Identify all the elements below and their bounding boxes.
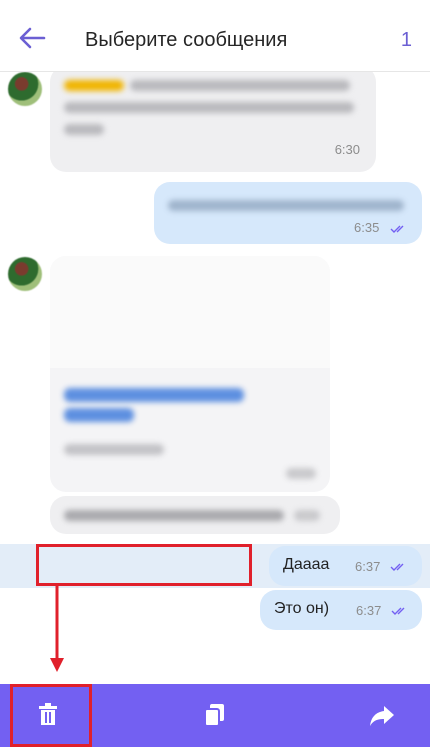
message-text: Даааа <box>283 556 330 573</box>
read-ticks-icon <box>390 563 404 571</box>
avatar[interactable] <box>8 72 42 106</box>
message-time: 6:35 <box>354 220 380 235</box>
outgoing-message[interactable]: Даааа 6:37 <box>269 546 422 586</box>
incoming-link-message[interactable] <box>50 256 330 492</box>
message-list[interactable]: 6:30 6:35 Даааа 6:37 Это он) 6:37 <box>0 72 430 684</box>
message-time: 6:30 <box>334 142 360 157</box>
page-title: Выберите сообщения <box>85 29 288 51</box>
trash-icon[interactable] <box>34 701 62 729</box>
incoming-message[interactable]: 6:30 <box>50 72 376 172</box>
forward-icon[interactable] <box>368 701 396 729</box>
selected-count: 1 <box>400 29 412 51</box>
outgoing-message[interactable]: 6:35 <box>154 182 422 244</box>
back-arrow-icon[interactable] <box>18 26 46 50</box>
outgoing-message[interactable]: Это он) 6:37 <box>260 590 422 630</box>
read-ticks-icon <box>390 225 404 233</box>
avatar[interactable] <box>8 257 42 291</box>
copy-icon[interactable] <box>201 701 229 729</box>
message-time: 6:37 <box>355 559 381 574</box>
annotation-arrow <box>50 586 64 672</box>
selection-toolbar <box>0 684 430 747</box>
top-app-bar: Выберите сообщения 1 <box>0 0 430 72</box>
read-ticks-icon <box>391 607 405 615</box>
message-text: Это он) <box>274 600 330 617</box>
message-time: 6:37 <box>356 603 382 618</box>
incoming-message[interactable] <box>50 496 340 534</box>
selection-highlight-box <box>36 544 252 586</box>
